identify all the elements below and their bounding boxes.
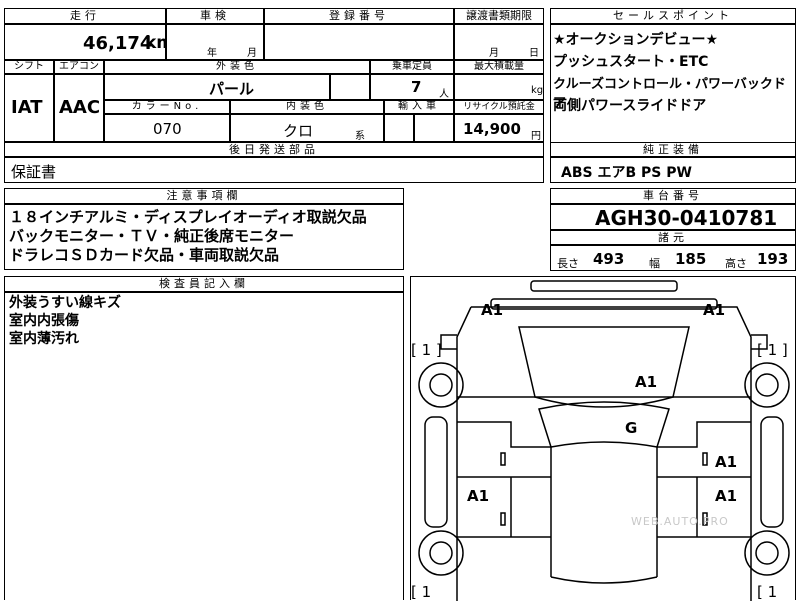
later-parts-cell: 保証書: [4, 157, 544, 183]
header-exterior-color: 外装色: [104, 60, 370, 74]
inspection-cell: 年 月: [166, 24, 264, 60]
header-color-no: カラーNo.: [104, 100, 230, 114]
spec-width-value: 185: [675, 250, 707, 268]
notes-line-1: １８インチアルミ・ディスプレイオーディオ取説欠品: [9, 208, 367, 226]
aircon-cell: AAC: [54, 74, 104, 142]
watermark: WEB.AUTO.PRO: [631, 515, 729, 528]
header-specs: 諸元: [550, 230, 796, 245]
damage-front-right: A1: [703, 301, 726, 319]
seats-value: 7: [411, 78, 422, 96]
header-seats: 乗車定員: [370, 60, 454, 74]
mileage-cell: 46,174 km: [4, 24, 174, 60]
specs-cell: 長さ 493 幅 185 高さ 193: [550, 245, 796, 271]
max-load-unit: kg: [531, 85, 544, 96]
recycle-cell: 14,900 円: [454, 114, 544, 142]
header-inspector: 検査員記入欄: [4, 276, 404, 292]
spec-height-value: 193: [757, 250, 789, 268]
inspector-note-3: 室内薄汚れ: [9, 331, 79, 347]
header-shift: シフト: [4, 60, 54, 74]
spec-length-value: 493: [593, 250, 625, 268]
later-parts-value: 保証書: [11, 163, 57, 181]
color-no-cell: 070: [104, 114, 230, 142]
shift-value: IAT: [11, 97, 43, 118]
header-transfer-deadline: 譲渡書類期限: [454, 8, 544, 24]
spec-height-label: 高さ: [725, 257, 747, 270]
transfer-deadline-cell: 月 日: [454, 24, 544, 60]
chassis-cell: AGH30-0410781: [550, 204, 796, 230]
transfer-month-label: 月: [489, 48, 499, 59]
tire-right-bottom: [ 1: [757, 583, 778, 601]
registration-cell: [264, 24, 454, 60]
color-no-value: 070: [153, 120, 182, 138]
notes-cell: １８インチアルミ・ディスプレイオーディオ取説欠品 バックモニター・ＴＶ・純正後席…: [4, 204, 404, 270]
header-standard-equipment: 純正装備: [550, 142, 796, 157]
exterior-color-cell: パール: [104, 74, 330, 100]
tire-right-top: [ 1 ]: [757, 341, 788, 359]
standard-equipment-value: ABS エアB PS PW: [561, 165, 692, 181]
seats-cell: 7 人: [370, 74, 454, 100]
shift-cell: IAT: [4, 74, 54, 142]
interior-color-cell: クロ 系: [230, 114, 384, 142]
seats-unit: 人: [439, 89, 449, 100]
header-max-load: 最大積載量: [454, 60, 544, 74]
header-chassis: 車台番号: [550, 188, 796, 204]
header-notes: 注意事項欄: [4, 188, 404, 204]
header-registration: 登録番号: [264, 8, 454, 24]
spec-length-label: 長さ: [557, 257, 579, 270]
recycle-unit: 円: [531, 131, 541, 142]
mileage-value: 46,174: [83, 33, 153, 54]
sales-point-line-1: ★オークションデビュー★: [553, 32, 719, 48]
auction-sheet: 走行 車検 登録番号 譲渡書類期限 セールスポイント 46,174 km 年 月…: [0, 0, 800, 601]
sales-point-line-4: 両側パワースライドドア: [553, 98, 707, 114]
tire-left-top: [ 1 ]: [411, 341, 442, 359]
damage-right-front-door: A1: [715, 453, 738, 471]
inspection-month-label: 月: [247, 48, 257, 59]
damage-left-rear: A1: [467, 487, 490, 505]
sales-point-line-2: プッシュスタート・ETC: [553, 54, 709, 70]
damage-right-rear: A1: [715, 487, 738, 505]
inspection-year-label: 年: [207, 48, 217, 59]
transfer-day-label: 日: [529, 48, 539, 59]
inspector-note-1: 外装うすい線キズ: [9, 295, 121, 311]
interior-color-suffix: 系: [355, 131, 365, 142]
max-load-cell: kg: [454, 74, 544, 100]
tire-left-bottom: [ 1: [411, 583, 432, 601]
damage-hood: A1: [635, 373, 658, 391]
exterior-color-value: パール: [209, 80, 255, 98]
header-recycle: リサイクル預託金: [454, 100, 544, 114]
notes-line-3: ドラレコＳＤカード欠品・車両取説欠品: [9, 246, 280, 264]
exterior-color-extra-cell: [330, 74, 370, 100]
header-mileage: 走行: [4, 8, 166, 24]
recycle-value: 14,900: [463, 120, 521, 138]
header-aircon: エアコン: [54, 60, 104, 74]
import-cell-a: [384, 114, 414, 142]
import-cell-b: [414, 114, 454, 142]
inspector-note-2: 室内内張傷: [9, 313, 79, 329]
header-interior-color: 内装色: [230, 100, 384, 114]
sales-point-box: ★オークションデビュー★ プッシュスタート・ETC クルーズコントロール・パワー…: [550, 24, 796, 144]
header-import: 輸入車: [384, 100, 454, 114]
header-inspection: 車検: [166, 8, 264, 24]
header-sales-point: セールスポイント: [550, 8, 796, 24]
damage-windshield: G: [625, 419, 638, 437]
car-diagram: A1 A1 A1 G A1 A1 A1 [ 1 ] [ 1 ] [ 1 [ 1 …: [410, 276, 796, 601]
inspector-notes-cell: 外装うすい線キズ 室内内張傷 室内薄汚れ: [4, 292, 404, 600]
interior-color-value: クロ: [283, 122, 314, 140]
header-later-parts: 後日発送部品: [4, 142, 544, 157]
car-diagram-drawing: [418, 280, 790, 601]
chassis-value: AGH30-0410781: [595, 206, 778, 230]
damage-front-left: A1: [481, 301, 504, 319]
aircon-value: AAC: [59, 97, 101, 118]
notes-line-2: バックモニター・ＴＶ・純正後席モニター: [9, 227, 295, 245]
spec-width-label: 幅: [649, 257, 660, 270]
standard-equipment-cell: ABS エアB PS PW: [550, 157, 796, 183]
